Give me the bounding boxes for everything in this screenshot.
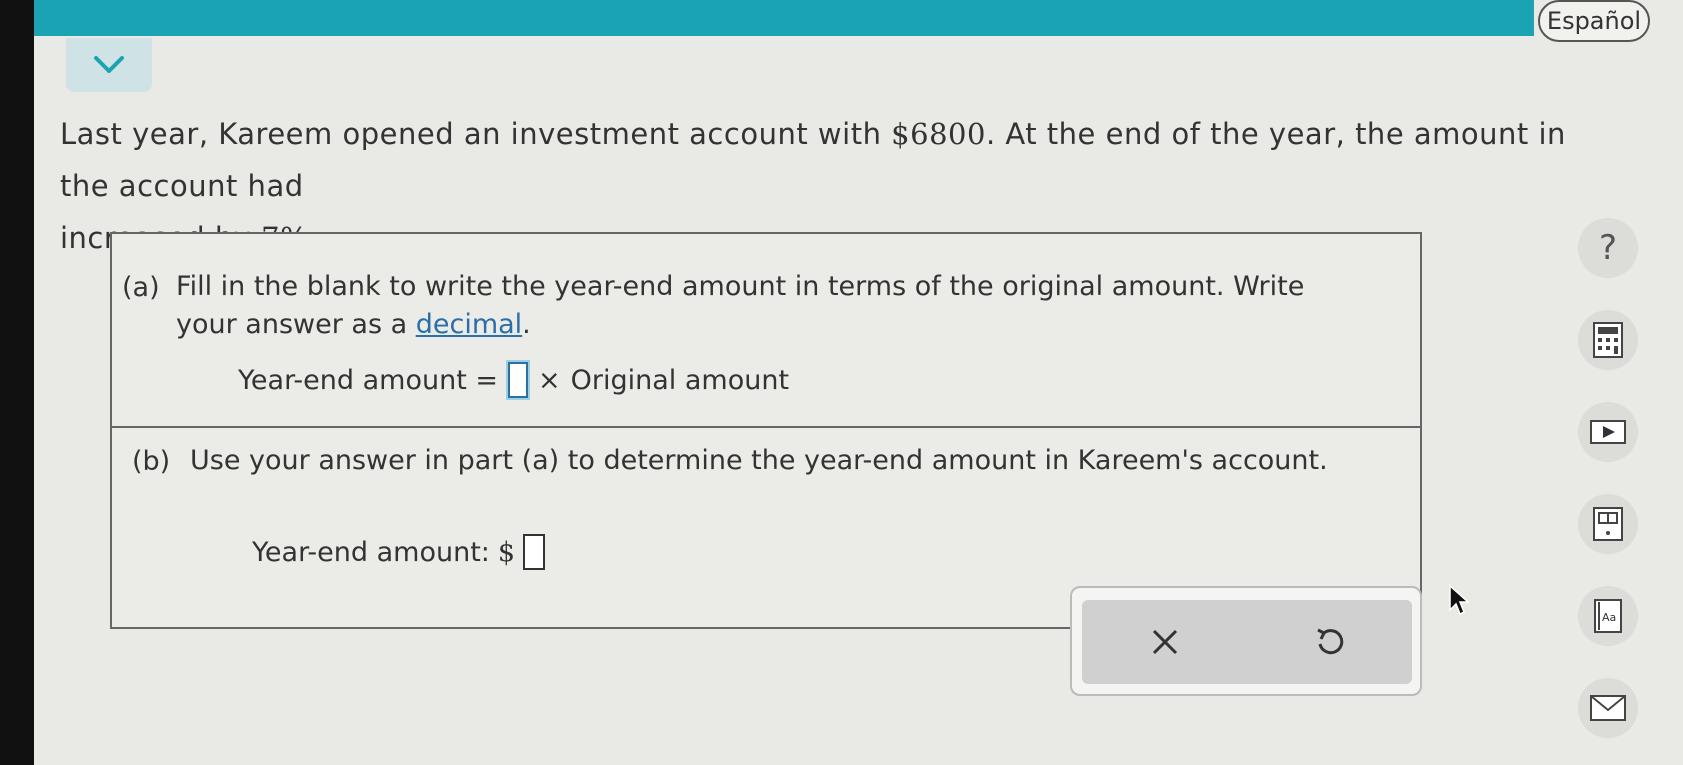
- part-a-instructions: Fill in the blank to write the year-end …: [176, 268, 1356, 344]
- calculator-icon: [1593, 322, 1623, 358]
- glossary-icon: Aa: [1594, 599, 1622, 633]
- collapse-button[interactable]: [66, 38, 152, 92]
- message-button[interactable]: [1578, 678, 1638, 738]
- top-bar: [34, 0, 1534, 36]
- part-b-equation: Year-end amount: $: [252, 534, 546, 570]
- clear-button[interactable]: [1135, 612, 1195, 672]
- textbook-button[interactable]: [1578, 494, 1638, 554]
- language-button[interactable]: Español: [1538, 0, 1650, 42]
- message-icon: [1590, 695, 1626, 721]
- undo-button[interactable]: [1300, 612, 1360, 672]
- svg-text:Aa: Aa: [1602, 611, 1616, 624]
- instruction-text: .: [522, 309, 531, 340]
- part-b-label: (b): [132, 446, 171, 477]
- video-icon: [1590, 420, 1626, 444]
- answer-actions: [1070, 586, 1422, 696]
- part-a: (a) Fill in the blank to write the year-…: [112, 234, 1420, 428]
- currency-symbol: $: [497, 536, 516, 568]
- equation-left-label: Year-end amount =: [238, 364, 499, 396]
- decimal-link[interactable]: decimal: [416, 309, 522, 340]
- times-sign: ×: [538, 364, 561, 396]
- question-card: (a) Fill in the blank to write the year-…: [110, 232, 1422, 629]
- part-b-instructions: Use your answer in part (a) to determine…: [190, 445, 1328, 476]
- textbook-icon: [1593, 507, 1623, 541]
- video-button[interactable]: [1578, 402, 1638, 462]
- part-a-equation: Year-end amount = × Original amount: [238, 362, 789, 398]
- screen-bezel: [0, 0, 34, 765]
- equation-right-label: Original amount: [570, 364, 790, 396]
- action-buttons: [1082, 600, 1412, 684]
- instruction-text: Fill in the blank to write the year-end …: [176, 271, 1305, 340]
- help-button[interactable]: ?: [1578, 218, 1638, 278]
- year-end-amount-input[interactable]: [523, 534, 546, 570]
- initial-amount: $6800: [891, 117, 986, 151]
- help-icon: ?: [1598, 228, 1618, 268]
- undo-icon: [1316, 628, 1343, 655]
- part-a-label: (a): [122, 272, 160, 303]
- problem-line-1: Last year, Kareem opened an investment a…: [60, 108, 1620, 212]
- glossary-button[interactable]: Aa: [1578, 586, 1638, 646]
- chevron-down-icon: [94, 56, 124, 73]
- problem-text: Last year, Kareem opened an investment a…: [60, 117, 892, 151]
- mouse-pointer-icon: [1449, 584, 1470, 616]
- multiplier-input[interactable]: [508, 362, 529, 398]
- calculator-button[interactable]: [1578, 310, 1638, 370]
- close-icon: [1152, 629, 1177, 655]
- year-end-amount-label: Year-end amount:: [252, 536, 490, 568]
